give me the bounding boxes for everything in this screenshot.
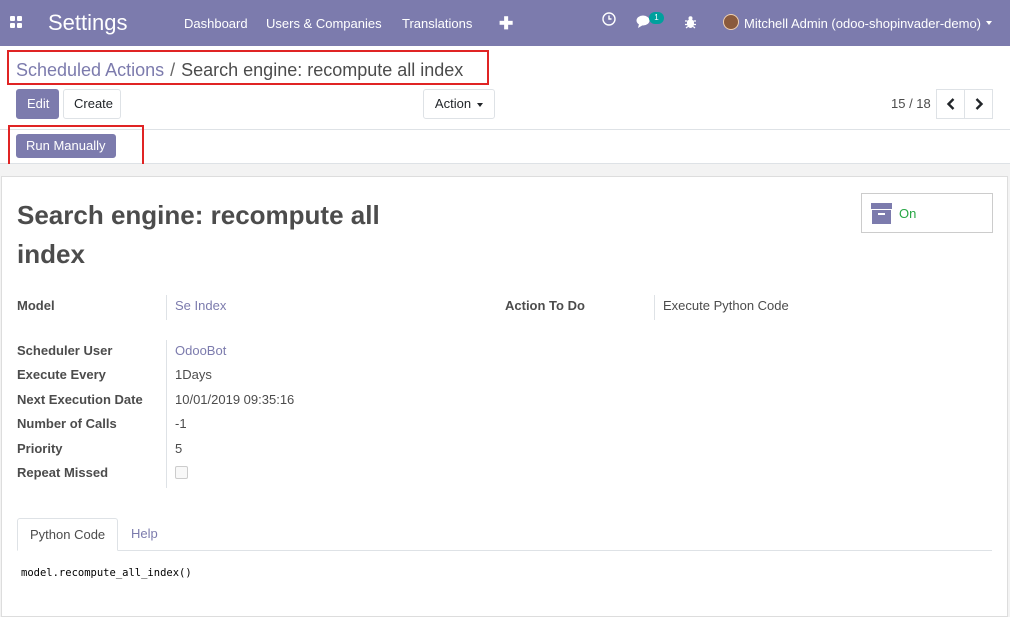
record-title-line-1: Search engine: recompute all	[17, 200, 380, 230]
caret-down-icon[interactable]	[986, 21, 992, 25]
apps-grid-icon[interactable]	[10, 16, 22, 28]
form-statusbar: Run Manually	[0, 130, 1010, 164]
repeat-missed-checkbox[interactable]	[175, 466, 188, 479]
chevron-right-icon[interactable]	[964, 89, 993, 119]
tab-help[interactable]: Help	[119, 518, 170, 551]
priority-value: 5	[175, 441, 183, 456]
control-panel: Scheduled Actions / Search engine: recompu…	[0, 46, 1010, 130]
field-divider	[166, 295, 167, 320]
pager-value[interactable]: 15 / 18	[891, 96, 931, 111]
active-toggle-button[interactable]: On	[861, 193, 993, 233]
bug-icon[interactable]	[684, 15, 697, 29]
user-menu[interactable]: Mitchell Admin (odoo-shopinvader-demo)	[744, 16, 981, 31]
model-value-link[interactable]: Se Index	[175, 298, 226, 313]
avatar[interactable]	[723, 14, 739, 30]
app-title[interactable]: Settings	[48, 10, 128, 36]
tab-python-code[interactable]: Python Code	[17, 518, 119, 551]
breadcrumb-highlight-box	[7, 50, 489, 85]
field-divider	[166, 340, 167, 488]
create-button[interactable]: Create	[63, 89, 121, 119]
menu-dashboard[interactable]: Dashboard	[184, 16, 248, 31]
execute-every-value: 1Days	[175, 367, 212, 382]
menu-translations[interactable]: Translations	[402, 16, 472, 31]
menu-users-companies[interactable]: Users & Companies	[266, 16, 382, 31]
action-label: Action	[434, 96, 472, 111]
clock-icon[interactable]	[602, 12, 616, 26]
action-dropdown[interactable]: Action	[423, 89, 495, 119]
number-of-calls-label: Number of Calls	[17, 416, 117, 431]
execute-every-label: Execute Every	[17, 367, 106, 382]
repeat-missed-label: Repeat Missed	[17, 465, 109, 480]
next-execution-date-value: 10/01/2019 09:35:16	[175, 392, 295, 407]
plus-icon[interactable]: ✚	[499, 14, 513, 34]
number-of-calls-value: -1	[175, 416, 187, 431]
record-title-line-2: index	[17, 239, 85, 269]
edit-button[interactable]: Edit	[16, 89, 59, 119]
python-code-editor[interactable]: model.recompute_all_index()	[21, 567, 192, 579]
action-to-do-label: Action To Do	[505, 298, 585, 313]
archive-icon	[871, 203, 892, 224]
active-status-label: On	[899, 206, 917, 221]
action-to-do-value: Execute Python Code	[663, 298, 789, 313]
chevron-left-icon[interactable]	[936, 89, 965, 119]
top-navbar: Settings Dashboard Users & Companies Tra…	[0, 0, 1010, 46]
scheduler-user-label: Scheduler User	[17, 343, 113, 358]
next-execution-date-label: Next Execution Date	[17, 392, 143, 407]
priority-label: Priority	[17, 441, 63, 456]
model-label: Model	[17, 298, 55, 313]
record-title: Search engine: recompute all index	[17, 196, 417, 274]
field-divider	[654, 295, 655, 320]
scheduler-user-value-link[interactable]: OdooBot	[175, 343, 226, 358]
caret-down-icon	[477, 102, 484, 107]
chat-badge: 1	[649, 12, 664, 24]
